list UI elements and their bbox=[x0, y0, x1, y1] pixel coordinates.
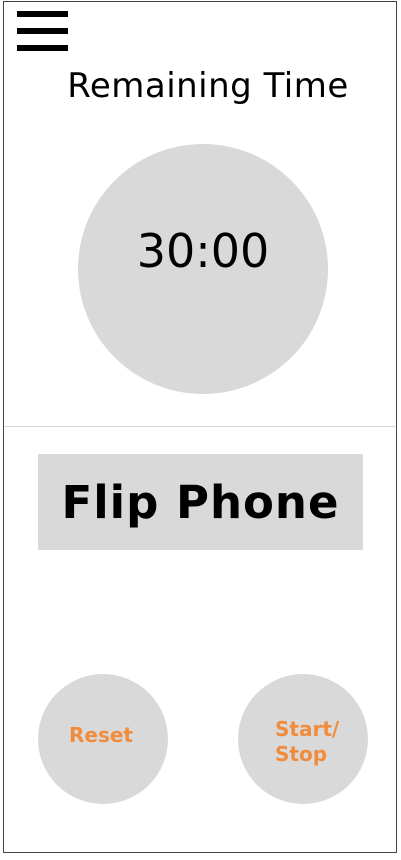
timer-display: 30:00 bbox=[136, 224, 270, 278]
start-stop-button[interactable]: Start/ Stop bbox=[238, 674, 368, 804]
menu-bar-line bbox=[17, 11, 68, 17]
start-stop-button-label: Start/ Stop bbox=[275, 717, 340, 766]
reset-button[interactable]: Reset bbox=[38, 674, 168, 804]
hamburger-menu-icon[interactable] bbox=[17, 11, 68, 51]
section-divider bbox=[4, 426, 395, 427]
menu-bar-line bbox=[17, 45, 68, 51]
timer-circle: 30:00 bbox=[78, 144, 328, 394]
reset-button-label: Reset bbox=[69, 723, 133, 747]
flip-phone-banner: Flip Phone bbox=[38, 454, 363, 550]
flip-phone-label: Flip Phone bbox=[61, 475, 340, 529]
page-title: Remaining Time bbox=[67, 66, 349, 106]
menu-bar-line bbox=[17, 28, 68, 34]
